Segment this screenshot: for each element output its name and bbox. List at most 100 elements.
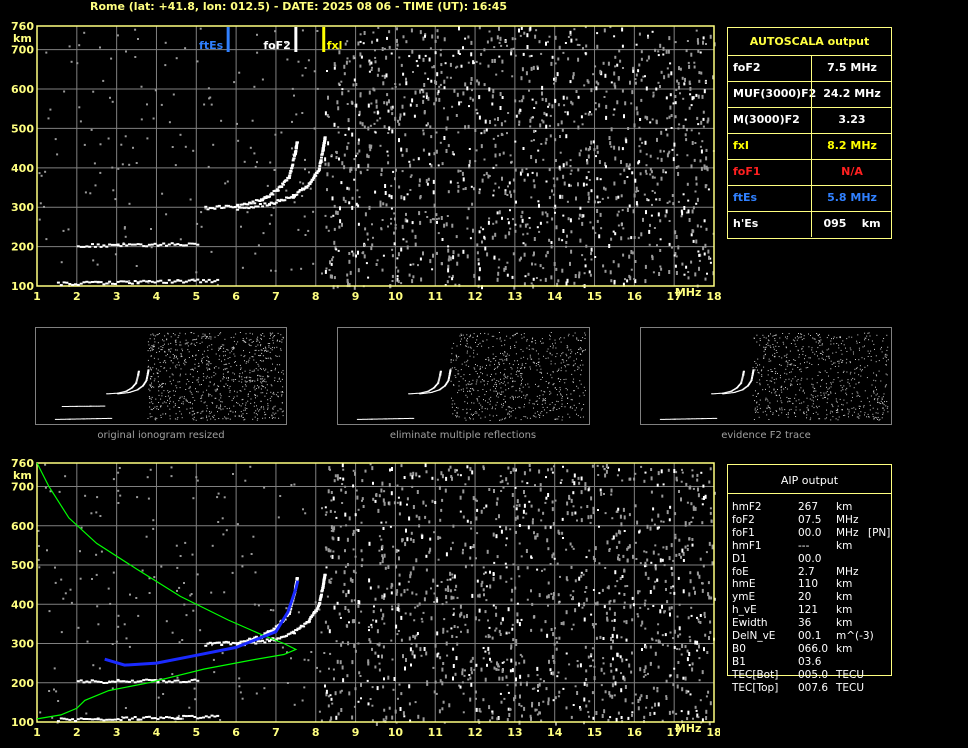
thumbnail-dot (181, 348, 183, 350)
noise-dot (410, 537, 412, 541)
noise-dot (175, 544, 178, 547)
noise-dot (627, 127, 630, 130)
noise-dot (635, 558, 638, 560)
noise-dot (566, 511, 569, 516)
noise-dot (485, 128, 488, 132)
noise-dot (450, 595, 453, 600)
noise-dot (338, 225, 341, 229)
noise-dot (667, 468, 670, 472)
thumbnail-dot (208, 377, 210, 379)
noise-dot (558, 690, 561, 694)
noise-dot (659, 85, 661, 88)
noise-dot (395, 592, 398, 596)
noise-dot (455, 235, 458, 239)
noise-dot (492, 573, 495, 576)
noise-dot (471, 470, 474, 475)
noise-dot (503, 697, 506, 700)
noise-dot (480, 144, 483, 149)
noise-dot (652, 605, 655, 607)
noise-dot (495, 220, 498, 224)
noise-dot (560, 120, 563, 125)
noise-dot (366, 679, 369, 682)
noise-dot (701, 503, 704, 506)
thumbnail-dot (178, 335, 180, 337)
thumbnail-dot (254, 389, 256, 391)
noise-dot (538, 203, 540, 208)
noise-dot (345, 593, 348, 598)
thumbnail-dot (255, 397, 256, 399)
thumbnail-dot (212, 402, 214, 404)
thumbnail-dot (262, 380, 264, 382)
thumbnail-dot (220, 401, 222, 403)
noise-dot (425, 554, 428, 558)
noise-dot (425, 92, 428, 96)
thumbnail-dot (246, 361, 248, 363)
noise-dot (387, 225, 389, 228)
noise-dot (357, 700, 360, 703)
noise-dot (48, 690, 51, 692)
thumbnail-dot (153, 344, 155, 346)
noise-dot (674, 533, 677, 536)
noise-dot (700, 166, 703, 171)
noise-dot (323, 652, 326, 654)
noise-dot (547, 493, 550, 497)
thumbnail-dot (497, 366, 499, 368)
thumbnail-dot (203, 350, 205, 352)
echo-dot (190, 714, 194, 717)
noise-dot (690, 260, 693, 264)
thumbnail-dot (454, 367, 456, 369)
echo-dot (263, 641, 267, 644)
echo-dot (113, 680, 117, 683)
noise-dot (462, 515, 465, 519)
echo-dot (130, 679, 134, 682)
thumbnail-dot (153, 386, 155, 388)
noise-dot (603, 605, 606, 609)
noise-dot (591, 691, 594, 695)
noise-dot (528, 464, 531, 467)
noise-dot (545, 476, 547, 479)
thumbnail-dot (234, 373, 235, 375)
noise-dot (481, 580, 484, 584)
echo-dot (99, 718, 103, 721)
echo-dot (190, 679, 194, 682)
noise-dot (498, 629, 501, 633)
thumbnail-dot (220, 332, 222, 334)
trace-dot (311, 178, 315, 181)
thumbnail-dot (167, 343, 169, 345)
noise-dot (346, 40, 349, 43)
noise-dot (566, 278, 569, 283)
noise-dot (409, 263, 412, 266)
thumbnail-dot (248, 376, 250, 378)
thumbnail-dot (259, 375, 261, 377)
noise-dot (476, 79, 479, 83)
noise-dot (427, 122, 429, 126)
noise-dot (345, 624, 348, 628)
thumbnail-dot (205, 377, 207, 379)
noise-dot (39, 711, 42, 714)
noise-dot (660, 469, 663, 474)
thumbnail-dot (267, 343, 269, 344)
noise-dot (64, 475, 67, 478)
trace-dot (99, 281, 103, 284)
noise-dot (501, 661, 504, 664)
thumbnail-dot (185, 339, 187, 341)
noise-dot (511, 668, 514, 673)
noise-dot (466, 216, 469, 220)
noise-dot (675, 255, 678, 258)
noise-dot (637, 69, 640, 73)
noise-dot (251, 119, 254, 122)
noise-dot (621, 575, 624, 578)
noise-dot (628, 254, 631, 259)
thumbnail-dot (224, 368, 226, 370)
noise-dot (378, 535, 381, 538)
noise-dot (694, 272, 697, 277)
noise-dot (665, 128, 668, 131)
noise-dot (669, 62, 672, 65)
thumbnail-dot (169, 391, 171, 392)
echo-dot (145, 716, 149, 718)
noise-dot (572, 590, 575, 593)
noise-dot (406, 193, 409, 196)
noise-dot (564, 677, 567, 680)
noise-dot (664, 610, 666, 613)
noise-dot (432, 190, 435, 195)
